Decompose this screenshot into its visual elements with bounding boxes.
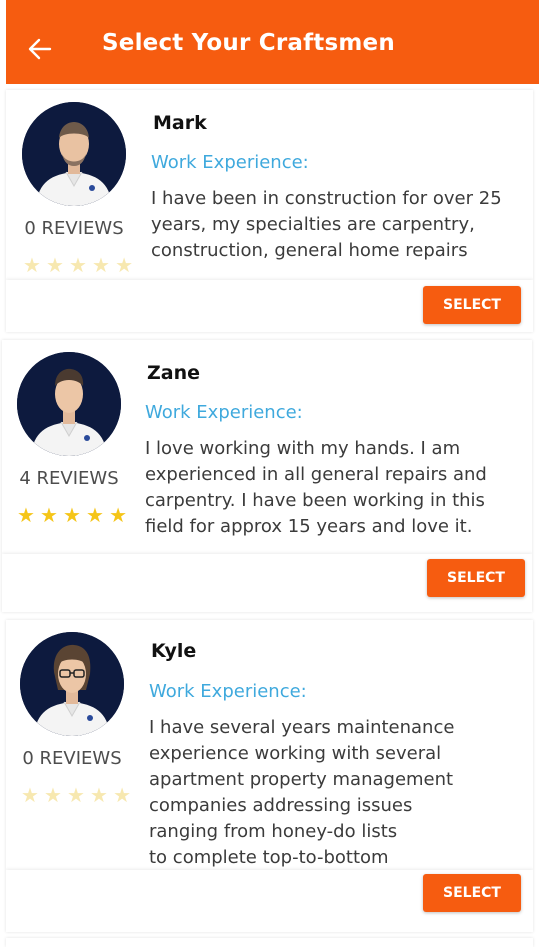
experience-line: ranging from honey-do lists [149, 821, 398, 842]
card-footer: SELECT [2, 554, 532, 612]
star-icon: ★ [115, 253, 133, 277]
experience-line: experienced in all general repairs and [145, 464, 487, 485]
star-icon: ★ [23, 253, 41, 277]
star-icon: ★ [21, 783, 39, 807]
star-rating: ★ ★ ★ ★ ★ [17, 505, 127, 525]
review-count: 0 REVIEWS [24, 218, 124, 239]
experience-line: field for approx 15 years and love it. [145, 516, 473, 537]
star-rating: ★ ★ ★ ★ ★ [21, 785, 131, 805]
craftsman-card-partial [6, 938, 533, 947]
experience-text: I have several years maintenance experie… [149, 715, 454, 870]
select-button[interactable]: SELECT [427, 559, 525, 597]
star-icon: ★ [92, 253, 110, 277]
experience-line: companies addressing issues [149, 795, 413, 816]
star-icon: ★ [63, 503, 81, 527]
craftsman-card: 0 REVIEWS ★ ★ ★ ★ ★ Kyle Work Experience… [6, 620, 533, 932]
experience-label: Work Experience: [149, 681, 307, 702]
craftsman-name: Zane [147, 362, 201, 384]
experience-text: I have been in construction for over 25 … [151, 186, 502, 264]
star-icon: ★ [17, 503, 35, 527]
craftsman-name: Mark [153, 112, 207, 134]
experience-label: Work Experience: [145, 402, 303, 423]
page-title: Select Your Craftsmen [102, 30, 395, 56]
avatar [22, 102, 126, 206]
experience-line: carpentry. I have been working in this [145, 490, 485, 511]
star-icon: ★ [46, 253, 64, 277]
star-icon: ★ [40, 503, 58, 527]
star-icon: ★ [44, 783, 62, 807]
back-arrow-icon[interactable] [26, 36, 54, 62]
avatar [17, 352, 121, 456]
star-icon: ★ [90, 783, 108, 807]
experience-line: years, my specialties are carpentry, [151, 214, 475, 235]
card-footer: SELECT [6, 870, 533, 932]
experience-line: experience working with several [149, 743, 442, 764]
experience-line: I love working with my hands. I am [145, 438, 461, 459]
experience-text: I love working with my hands. I am exper… [145, 436, 487, 540]
star-icon: ★ [109, 503, 127, 527]
experience-label: Work Experience: [151, 152, 309, 173]
star-icon: ★ [86, 503, 104, 527]
star-icon: ★ [67, 783, 85, 807]
experience-line: apartment property management [149, 769, 454, 790]
experience-line: I have been in construction for over 25 [151, 188, 502, 209]
star-icon: ★ [69, 253, 87, 277]
experience-line: construction, general home repairs [151, 240, 468, 261]
experience-line: I have several years maintenance [149, 717, 455, 738]
review-count: 4 REVIEWS [19, 468, 119, 489]
select-button[interactable]: SELECT [423, 874, 521, 912]
select-button[interactable]: SELECT [423, 286, 521, 324]
craftsman-name: Kyle [151, 640, 197, 662]
review-count: 0 REVIEWS [22, 748, 122, 769]
craftsman-card: 4 REVIEWS ★ ★ ★ ★ ★ Zane Work Experience… [2, 340, 532, 612]
craftsman-card: 0 REVIEWS ★ ★ ★ ★ ★ Mark Work Experience… [6, 90, 533, 332]
star-rating: ★ ★ ★ ★ ★ [23, 255, 133, 275]
card-footer: SELECT [6, 280, 533, 332]
app-header: Select Your Craftsmen [6, 0, 539, 84]
star-icon: ★ [113, 783, 131, 807]
experience-line: to complete top-to-bottom [149, 847, 389, 868]
avatar [20, 632, 124, 736]
